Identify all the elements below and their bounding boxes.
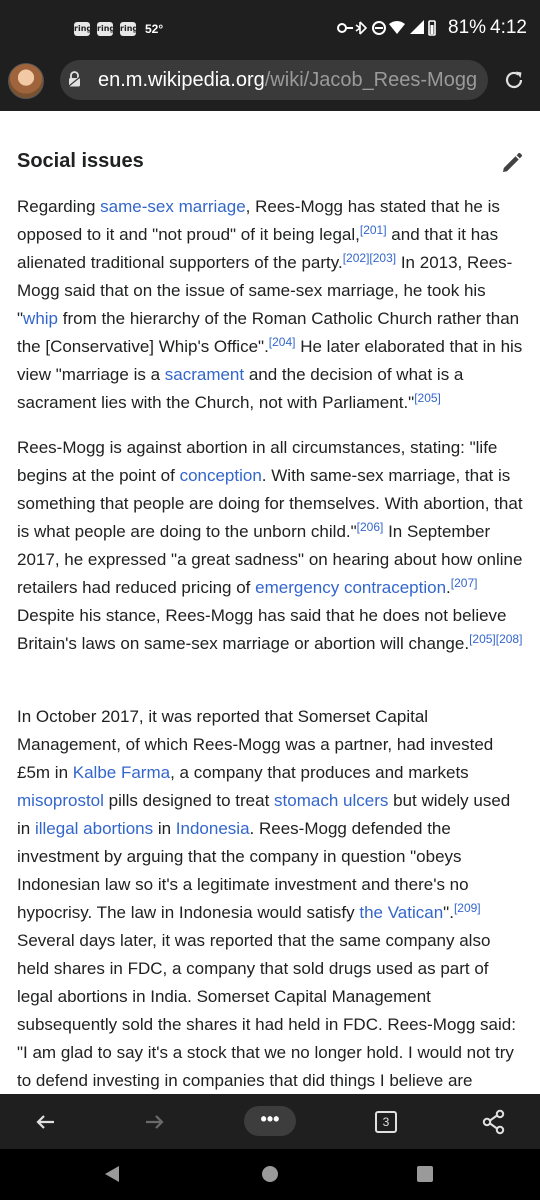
paragraph-same-sex-marriage: Regarding same-sex marriage, Rees-Mogg h… <box>17 193 527 417</box>
citation-ref[interactable]: [205] <box>414 391 441 405</box>
wiki-link[interactable]: whip <box>23 309 58 328</box>
body-text: Regarding <box>17 197 101 216</box>
forward-arrow-icon[interactable] <box>136 1104 172 1140</box>
wiki-link[interactable]: the Vatican <box>359 903 443 922</box>
wiki-link[interactable]: misoprostol <box>17 791 104 810</box>
ring-notification-icon: ring <box>120 22 138 36</box>
nav-home-icon[interactable] <box>261 1165 279 1183</box>
wiki-link[interactable]: stomach ulcers <box>274 791 388 810</box>
paragraph-investment: In October 2017, it was reported that So… <box>17 703 527 1123</box>
ring-notification-icon: ring <box>97 22 115 36</box>
clock: 4:12 <box>490 17 527 38</box>
body-text: ". <box>443 903 454 922</box>
url-path: /wiki/Jacob_Rees-Mogg <box>264 69 478 91</box>
paragraph-abortion: Rees-Mogg is against abortion in all cir… <box>17 434 527 658</box>
citation-ref[interactable]: [207] <box>451 576 478 590</box>
tab-switcher-button[interactable]: 3 <box>375 1111 397 1133</box>
system-status-icons <box>337 20 436 36</box>
nav-back-icon[interactable] <box>103 1165 121 1183</box>
wiki-link[interactable]: Indonesia <box>176 819 250 838</box>
url-text[interactable]: en.m.wikipedia.org/wiki/Jacob_Rees-Mogg <box>98 69 477 92</box>
url-domain: en.m.wikipedia.org <box>98 69 265 91</box>
profile-avatar[interactable] <box>8 63 44 99</box>
browser-toolbar: en.m.wikipedia.org/wiki/Jacob_Rees-Mogg <box>0 58 540 111</box>
wiki-link[interactable]: emergency contraception <box>255 578 446 597</box>
ring-notification-icon: ring <box>74 22 92 36</box>
wiki-link[interactable]: same-sex marriage <box>100 197 246 216</box>
citation-ref[interactable]: [202][203] <box>343 251 396 265</box>
citation-ref[interactable]: [206] <box>357 520 384 534</box>
weather-temperature: 52° <box>145 22 164 36</box>
status-bar: ring ring ring 52° 81% 4:12 <box>0 0 540 58</box>
edit-pencil-icon[interactable] <box>500 151 524 175</box>
body-text: Despite his stance, Rees-Mogg has said t… <box>17 606 507 653</box>
back-arrow-icon[interactable] <box>28 1104 64 1140</box>
wiki-link[interactable]: Kalbe Farma <box>73 763 170 782</box>
body-text: in <box>153 819 176 838</box>
reload-icon[interactable] <box>503 69 525 91</box>
bottom-toolbar: ••• 3 <box>0 1094 540 1149</box>
share-icon[interactable] <box>476 1104 512 1140</box>
citation-ref[interactable]: [201] <box>360 223 387 237</box>
wiki-link[interactable]: conception <box>180 466 262 485</box>
menu-button[interactable]: ••• <box>244 1106 296 1136</box>
status-icons <box>336 18 436 41</box>
wiki-link[interactable]: illegal abortions <box>35 819 153 838</box>
battery-percent: 81% <box>448 17 487 38</box>
site-info-icon[interactable] <box>68 71 81 87</box>
section-heading: Social issues <box>17 150 144 172</box>
nav-recents-icon[interactable] <box>417 1166 433 1182</box>
citation-ref[interactable]: [209] <box>454 901 481 915</box>
citation-ref[interactable]: [205][208] <box>469 632 522 646</box>
citation-ref[interactable]: [204] <box>269 335 296 349</box>
system-navigation-bar <box>0 1149 540 1200</box>
body-text: , a company that produces and markets <box>170 763 469 782</box>
wiki-link[interactable]: sacrament <box>165 365 244 384</box>
body-text: Several days later, it was reported that… <box>17 931 516 1118</box>
body-text: pills designed to treat <box>103 791 275 810</box>
